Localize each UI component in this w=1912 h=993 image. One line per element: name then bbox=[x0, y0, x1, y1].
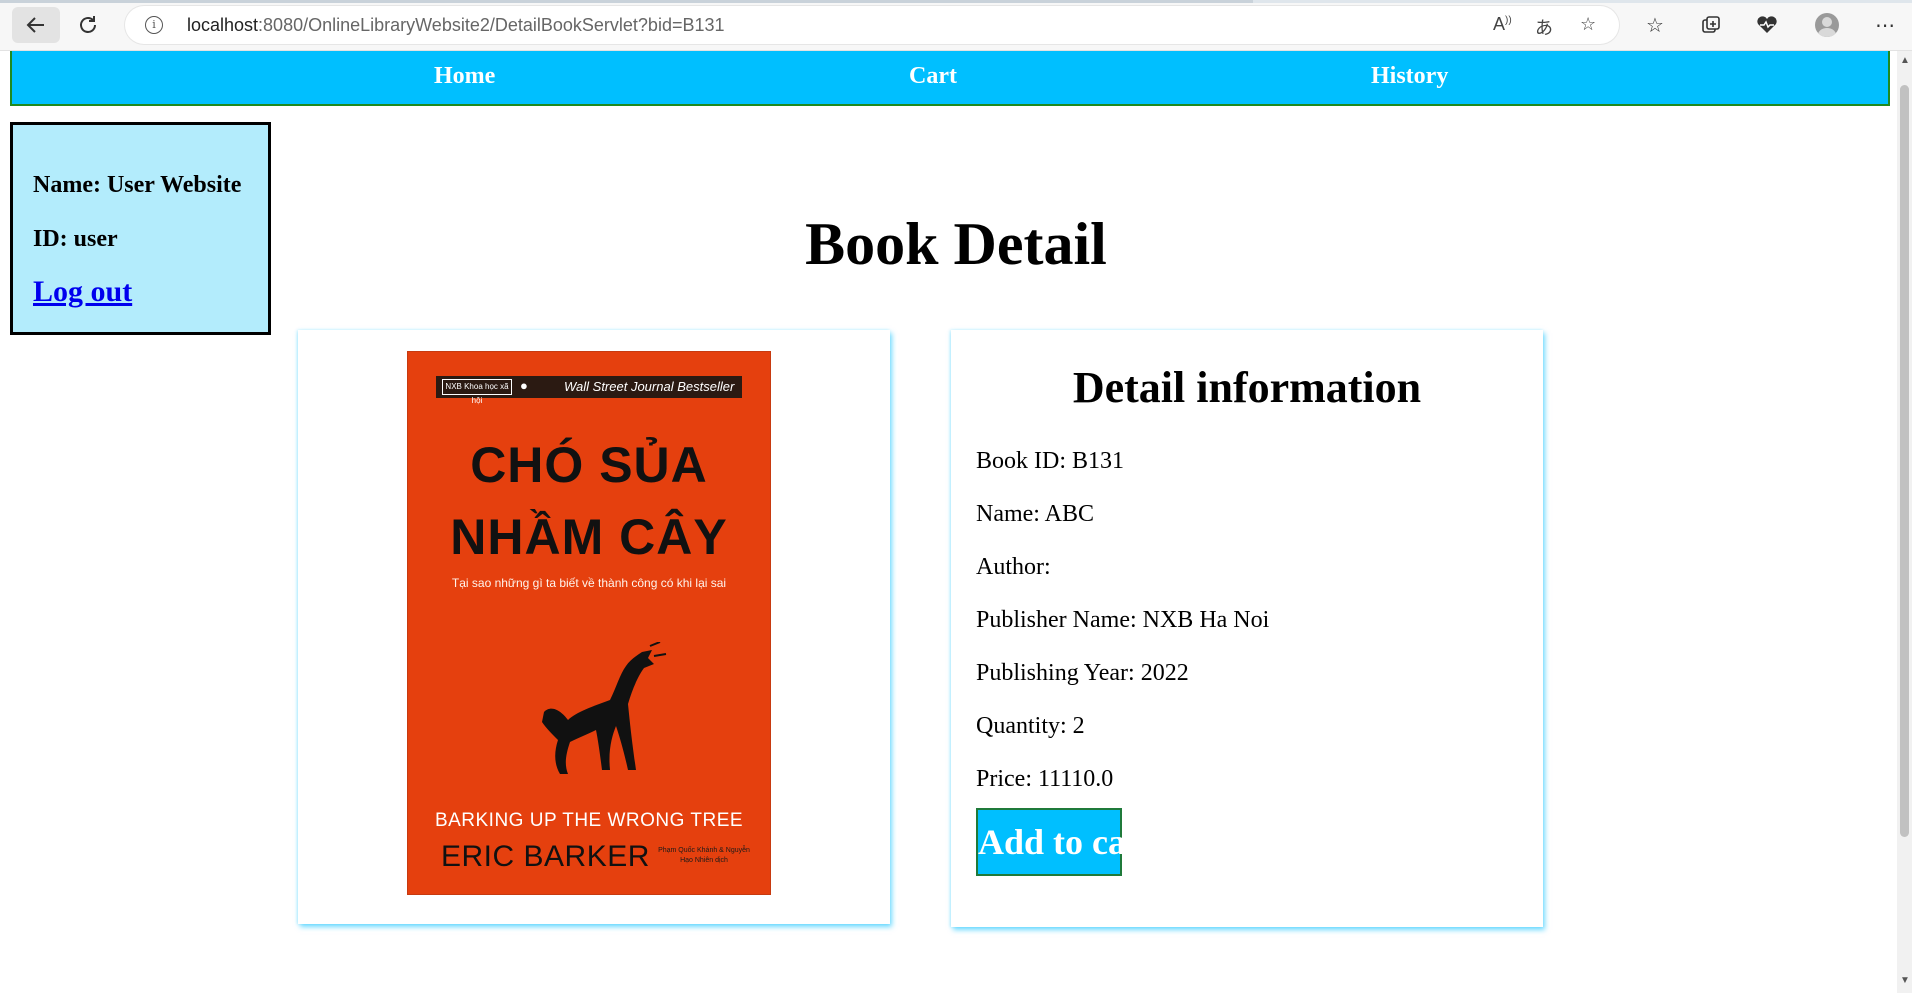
cover-title-line2: NHẦM CÂY bbox=[450, 509, 728, 565]
user-id: ID: user bbox=[33, 226, 118, 252]
logout-link[interactable]: Log out bbox=[33, 275, 132, 309]
book-image-card: NXB Khoa học xã hội ● Wall Street Journa… bbox=[298, 330, 890, 924]
nav-history-link[interactable]: History bbox=[1371, 63, 1448, 90]
info-icon[interactable]: i bbox=[145, 16, 163, 34]
user-name: Name: User Website bbox=[33, 172, 242, 198]
cover-english-title: BARKING UP THE WRONG TREE bbox=[434, 810, 744, 831]
cover-translators: Phạm Quốc Khánh & Nguyễn Hạo Nhiên dịch bbox=[658, 847, 750, 864]
url-path: :8080/OnlineLibraryWebsite2/DetailBookSe… bbox=[258, 15, 725, 35]
book-cover-image: NXB Khoa học xã hội ● Wall Street Journa… bbox=[408, 352, 770, 894]
translate-icon[interactable]: あ bbox=[1535, 14, 1553, 40]
back-button[interactable] bbox=[12, 7, 60, 43]
profile-avatar-icon[interactable] bbox=[1815, 13, 1839, 37]
detail-heading: Detail information bbox=[1072, 363, 1422, 412]
collections-icon[interactable] bbox=[1696, 10, 1726, 40]
book-name-text: Name: ABC bbox=[976, 501, 1094, 527]
page-title: Book Detail bbox=[805, 211, 1107, 277]
cover-badge: Wall Street Journal Bestseller bbox=[564, 379, 735, 394]
nav-cart-link[interactable]: Cart bbox=[909, 63, 957, 90]
user-info-box: Name: User Website ID: user Log out bbox=[10, 122, 271, 335]
cover-author: ERIC BARKER bbox=[441, 840, 650, 873]
page-scrollbar[interactable]: ▲ ▼ bbox=[1897, 51, 1912, 993]
main-navbar: Home Cart History bbox=[10, 51, 1890, 106]
read-aloud-icon[interactable]: A)) bbox=[1493, 14, 1512, 35]
url-text[interactable]: localhost:8080/OnlineLibraryWebsite2/Det… bbox=[187, 15, 725, 36]
book-id-text: Book ID: B131 bbox=[976, 448, 1125, 474]
favorites-icon[interactable]: ☆ bbox=[1640, 10, 1670, 40]
publishing-year-text: Publishing Year: 2022 bbox=[976, 660, 1189, 686]
publisher-logo: NXB Khoa học xã hội bbox=[442, 379, 512, 405]
scroll-down-icon[interactable]: ▼ bbox=[1900, 975, 1910, 986]
address-bar[interactable]: i localhost:8080/OnlineLibraryWebsite2/D… bbox=[125, 6, 1619, 44]
scroll-up-icon[interactable]: ▲ bbox=[1900, 55, 1910, 66]
price-text: Price: 11110.0 bbox=[976, 766, 1114, 792]
browser-essentials-icon[interactable] bbox=[1752, 10, 1782, 40]
scrollbar-thumb[interactable] bbox=[1900, 85, 1909, 837]
apple-logo-icon: ● bbox=[520, 378, 528, 393]
add-favorite-icon[interactable]: ☆ bbox=[1580, 14, 1596, 35]
quantity-text: Quantity: 2 bbox=[976, 713, 1085, 739]
reload-button[interactable] bbox=[64, 7, 112, 43]
more-options-icon[interactable]: ⋯ bbox=[1870, 10, 1900, 40]
back-icon bbox=[26, 17, 44, 33]
publisher-text: Publisher Name: NXB Ha Noi bbox=[976, 607, 1270, 633]
barking-dog-icon bbox=[542, 642, 667, 774]
cover-top-banner: NXB Khoa học xã hội ● Wall Street Journa… bbox=[436, 376, 742, 405]
cover-subtitle: Tại sao những gì ta biết về thành công c… bbox=[451, 576, 727, 590]
book-author-text: Author: bbox=[976, 554, 1051, 580]
browser-toolbar: i localhost:8080/OnlineLibraryWebsite2/D… bbox=[0, 0, 1912, 51]
reload-icon bbox=[80, 16, 96, 33]
add-to-cart-button[interactable]: Add to cart bbox=[976, 808, 1154, 876]
cover-title-line1: CHÓ SỦA bbox=[470, 437, 708, 493]
tab-strip-edge bbox=[0, 0, 1912, 3]
url-host: localhost bbox=[187, 15, 259, 35]
nav-home-link[interactable]: Home bbox=[434, 63, 495, 90]
book-detail-card: Detail information Book ID: B131 Name: A… bbox=[951, 330, 1543, 927]
